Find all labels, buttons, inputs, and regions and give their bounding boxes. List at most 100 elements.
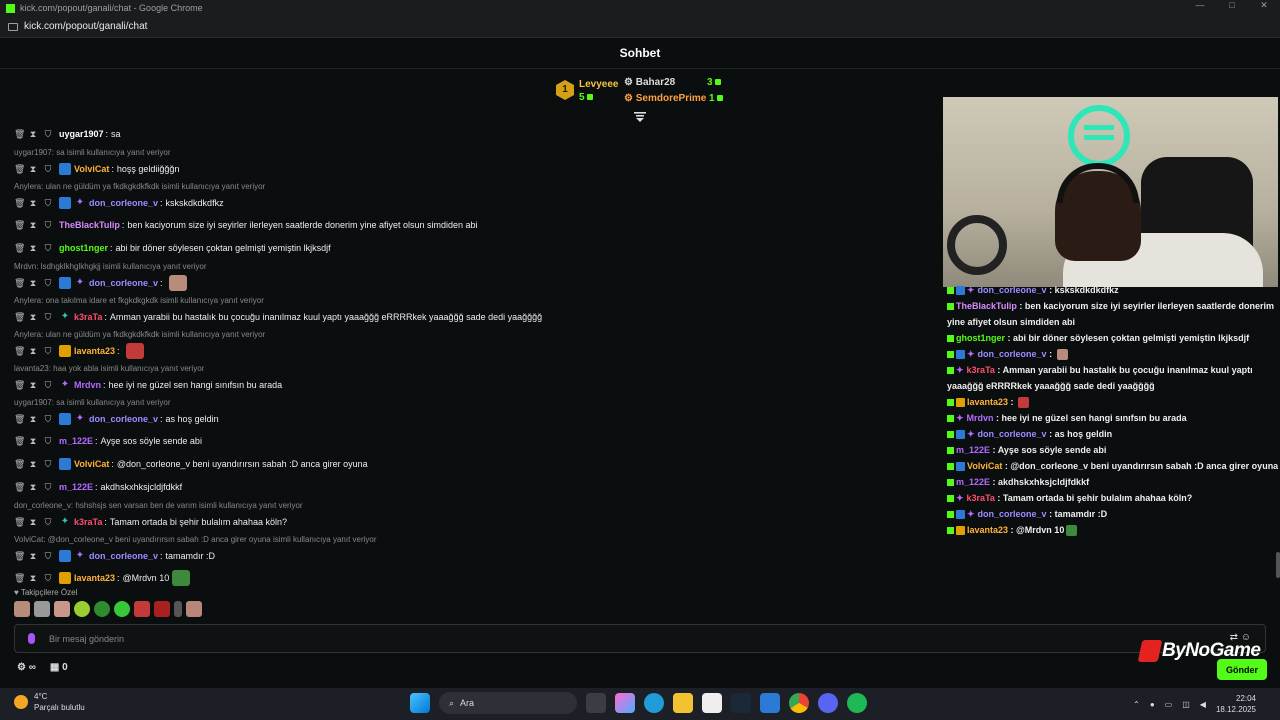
ban-icon[interactable]: ⛉ bbox=[44, 436, 52, 446]
mail-icon[interactable] bbox=[760, 693, 780, 713]
emote-heart-icon[interactable] bbox=[74, 601, 90, 617]
reply-context[interactable]: don_corleone_v: hshshsjs sen varsan ben … bbox=[14, 500, 934, 512]
ban-icon[interactable]: ⛉ bbox=[44, 573, 52, 583]
emote-angry-icon[interactable] bbox=[134, 601, 150, 617]
ban-icon[interactable]: ⛉ bbox=[44, 551, 52, 561]
reply-context[interactable]: lavanta23: haa yok abla isimli kullanıcı… bbox=[14, 363, 934, 375]
steam-icon[interactable] bbox=[731, 693, 751, 713]
username[interactable]: don_corleone_v bbox=[89, 193, 158, 213]
close-icon[interactable]: ✕ bbox=[1248, 0, 1280, 11]
trash-icon[interactable]: 🗑 bbox=[14, 482, 25, 492]
file-explorer-icon[interactable] bbox=[673, 693, 693, 713]
reply-context[interactable]: Anylera: ulan ne güldüm ya fkdkgkdkfkdk … bbox=[14, 329, 934, 341]
trash-icon[interactable]: 🗑 bbox=[14, 573, 25, 583]
timeout-icon[interactable]: ⧗ bbox=[29, 551, 37, 561]
username[interactable]: uygar1907 bbox=[59, 124, 104, 144]
username[interactable]: ghost1nger bbox=[59, 238, 108, 258]
username[interactable]: m_122E bbox=[59, 477, 93, 497]
timeout-icon[interactable]: ⧗ bbox=[29, 436, 37, 446]
trash-icon[interactable]: 🗑 bbox=[14, 414, 25, 424]
trash-icon[interactable]: 🗑 bbox=[14, 278, 25, 288]
emote-blob-icon[interactable] bbox=[114, 601, 130, 617]
ban-icon[interactable]: ⛉ bbox=[44, 414, 52, 424]
trash-icon[interactable]: 🗑 bbox=[14, 517, 25, 527]
timeout-icon[interactable]: ⧗ bbox=[29, 482, 37, 492]
timeout-icon[interactable]: ⧗ bbox=[29, 459, 37, 469]
timeout-icon[interactable]: ⧗ bbox=[29, 278, 37, 288]
trash-icon[interactable]: 🗑 bbox=[14, 220, 25, 230]
reply-context[interactable]: Anylera: ulan ne güldüm ya fkdkgkdkfkdk … bbox=[14, 181, 934, 193]
chevron-up-icon[interactable]: ⌃ bbox=[1133, 700, 1140, 709]
timeout-icon[interactable]: ⧗ bbox=[29, 129, 37, 139]
emote-figure-icon[interactable] bbox=[174, 601, 182, 617]
emote-face-icon[interactable] bbox=[54, 601, 70, 617]
reply-context[interactable]: uygar1907: sa isimli kullanıcıya yanıt v… bbox=[14, 147, 934, 159]
mic-tray-icon[interactable]: ● bbox=[1150, 700, 1155, 709]
trash-icon[interactable]: 🗑 bbox=[14, 129, 25, 139]
ban-icon[interactable]: ⛉ bbox=[44, 220, 52, 230]
ban-icon[interactable]: ⛉ bbox=[44, 312, 52, 322]
trash-icon[interactable]: 🗑 bbox=[14, 346, 25, 356]
username[interactable]: m_122E bbox=[59, 431, 93, 451]
clock[interactable]: 22:04 18.12.2025 bbox=[1216, 693, 1256, 715]
site-info-icon[interactable] bbox=[8, 22, 18, 31]
username[interactable]: Mrdvn bbox=[74, 375, 101, 395]
emote-devil-icon[interactable] bbox=[154, 601, 170, 617]
emote-frog-icon[interactable] bbox=[94, 601, 110, 617]
ban-icon[interactable]: ⛉ bbox=[44, 517, 52, 527]
microphone-icon[interactable] bbox=[28, 633, 35, 644]
timeout-icon[interactable]: ⧗ bbox=[29, 380, 37, 390]
chat-message[interactable]: 🗑 ⧗ ⛉ VolviCat: @don_corleone_v beni uyandır… bbox=[14, 454, 934, 474]
volume-icon[interactable]: ◀ bbox=[1200, 700, 1206, 709]
username[interactable]: don_corleone_v bbox=[89, 273, 158, 293]
taskbar-search[interactable]: ⌕ Ara bbox=[439, 692, 577, 714]
timeout-icon[interactable]: ⧗ bbox=[29, 243, 37, 253]
trash-icon[interactable]: 🗑 bbox=[14, 198, 25, 208]
ban-icon[interactable]: ⛉ bbox=[44, 129, 52, 139]
trash-icon[interactable]: 🗑 bbox=[14, 312, 25, 322]
trash-icon[interactable]: 🗑 bbox=[14, 551, 25, 561]
chat-message[interactable]: 🗑 ⧗ ⛉ lavanta23: bbox=[14, 341, 934, 361]
task-view-icon[interactable] bbox=[586, 693, 606, 713]
timeout-icon[interactable]: ⧗ bbox=[29, 346, 37, 356]
network-icon[interactable]: ◫ bbox=[1182, 700, 1190, 709]
trash-icon[interactable]: 🗑 bbox=[14, 164, 25, 174]
timeout-icon[interactable]: ⧗ bbox=[29, 573, 37, 583]
ban-icon[interactable]: ⛉ bbox=[44, 482, 52, 492]
username[interactable]: lavanta23 bbox=[74, 341, 115, 361]
username[interactable]: don_corleone_v bbox=[89, 409, 158, 429]
settings-icon[interactable]: ⚙ ∞ bbox=[17, 662, 36, 673]
ban-icon[interactable]: ⛉ bbox=[44, 164, 52, 174]
chat-message[interactable]: 🗑 ⧗ ⛉ ✦ don_corleone_v: bbox=[14, 273, 934, 293]
username[interactable]: don_corleone_v bbox=[89, 546, 158, 566]
timeout-icon[interactable]: ⧗ bbox=[29, 414, 37, 424]
chat-message[interactable]: 🗑 ⧗ ⛉ ✦ don_corleone_v: tamamdır :D bbox=[14, 546, 934, 566]
url-text[interactable]: kick.com/popout/ganali/chat bbox=[24, 21, 147, 32]
start-icon[interactable] bbox=[410, 693, 430, 713]
chat-message[interactable]: 🗑 ⧗ ⛉ ✦ k3raTa: Tamam ortada bi şehir bulalım… bbox=[14, 512, 934, 532]
discord-icon[interactable] bbox=[818, 693, 838, 713]
timeout-icon[interactable]: ⧗ bbox=[29, 164, 37, 174]
trash-icon[interactable]: 🗑 bbox=[14, 380, 25, 390]
emote-face-icon[interactable] bbox=[186, 601, 202, 617]
chat-message-input[interactable] bbox=[49, 633, 1149, 644]
address-bar[interactable]: kick.com/popout/ganali/chat bbox=[0, 16, 1280, 38]
ban-icon[interactable]: ⛉ bbox=[44, 459, 52, 469]
expand-leaderboard-icon[interactable] bbox=[634, 112, 646, 122]
weather-widget[interactable]: 4°C Parçalı bulutlu bbox=[14, 691, 85, 713]
reply-context[interactable]: uygar1907: sa isimli kullanıcıya yanıt v… bbox=[14, 397, 934, 409]
minimize-icon[interactable]: — bbox=[1184, 0, 1216, 11]
ban-icon[interactable]: ⛉ bbox=[44, 380, 52, 390]
timeout-icon[interactable]: ⧗ bbox=[29, 517, 37, 527]
ban-icon[interactable]: ⛉ bbox=[44, 198, 52, 208]
username[interactable]: TheBlackTulip bbox=[59, 215, 120, 235]
chat-input-box[interactable]: ⇄ ☺ bbox=[14, 624, 1266, 653]
ban-icon[interactable]: ⛉ bbox=[44, 243, 52, 253]
chat-message[interactable]: 🗑 ⧗ ⛉ VolviCat: hoşş geldiiğğğn bbox=[14, 159, 934, 179]
reply-context[interactable]: Mrdvn: lsdhgklkhglkhgkjj isimli kullanıc… bbox=[14, 261, 934, 273]
emote-cat-icon[interactable] bbox=[34, 601, 50, 617]
chat-message[interactable]: 🗑 ⧗ ⛉ lavanta23: @Mrdvn 10 bbox=[14, 568, 934, 588]
chat-message[interactable]: 🗑 ⧗ ⛉ ✦ k3raTa: Amman yarabii bu hastalık bu … bbox=[14, 307, 934, 327]
chat-message[interactable]: 🗑 ⧗ ⛉ TheBlackTulip: ben kaciyorum size iyi … bbox=[14, 215, 934, 235]
display-icon[interactable]: ▭ bbox=[1165, 700, 1173, 709]
